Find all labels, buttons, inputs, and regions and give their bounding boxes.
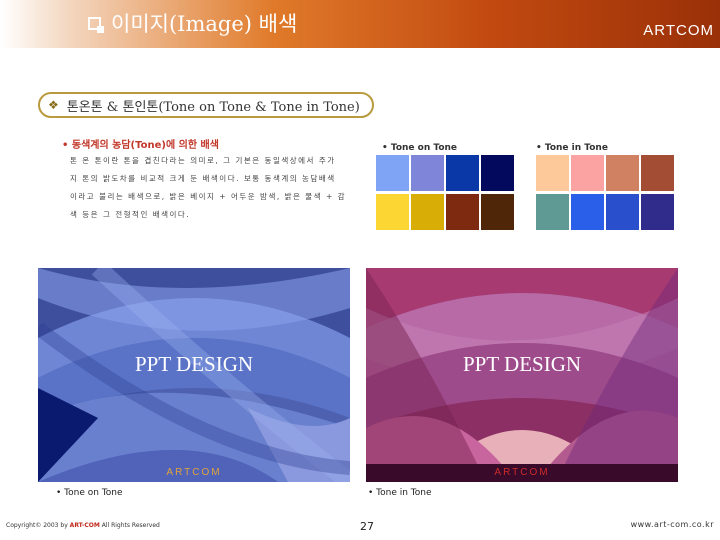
copyright-text: Copyright© 2003 by <box>6 522 70 529</box>
slide-title: 이미지(Image) 배색 <box>88 8 297 38</box>
copyright-brand: ART-COM <box>69 522 100 529</box>
site-url[interactable]: www.art-com.co.kr <box>631 520 714 529</box>
tone-on-tone-swatch <box>376 194 409 230</box>
intro-line: 지 톤의 밝도차를 비교적 크게 둔 배색이다. 보통 동색계의 농담배색 <box>70 174 336 183</box>
tone-in-tone-swatch <box>536 155 569 191</box>
diamond-bullet-icon: ❖ <box>48 98 59 112</box>
header-brand: ARTCOM <box>643 22 714 39</box>
tone-in-tone-swatch <box>606 155 639 191</box>
square-bullet-icon <box>88 16 104 33</box>
tone-in-tone-swatch <box>641 155 674 191</box>
page-number: 27 <box>360 520 374 533</box>
tone-in-tone-swatch <box>606 194 639 230</box>
tone-on-tone-design: PPT DESIGN ARTCOM <box>38 268 350 482</box>
design-title: PPT DESIGN <box>134 352 254 376</box>
intro-subtitle: • 동색계의 농담(Tone)에 의한 배색 <box>62 140 219 151</box>
intro-line: 색 등은 그 전형적인 배색이다. <box>70 210 191 219</box>
tone-on-tone-swatch <box>446 155 479 191</box>
tone-on-tone-swatch <box>446 194 479 230</box>
tone-on-tone-label: • Tone on Tone <box>382 143 458 153</box>
tone-in-tone-swatch <box>641 194 674 230</box>
tone-in-tone-design: PPT DESIGN ARTCOM <box>366 268 678 482</box>
intro-line: 톤 온 톤이란 톤을 겹친다라는 의미로, 그 기본은 동일색상에서 주가 <box>70 156 336 165</box>
tone-in-tone-swatch <box>571 194 604 230</box>
design-title: PPT DESIGN <box>462 352 582 376</box>
tone-in-tone-label: • Tone in Tone <box>536 143 608 153</box>
tone-in-tone-caption: • Tone in Tone <box>368 488 432 498</box>
section-heading: ❖ 톤온톤 & 톤인톤(Tone on Tone & Tone in Tone) <box>38 92 374 118</box>
tone-on-tone-swatch <box>376 155 409 191</box>
tone-in-tone-swatch <box>571 155 604 191</box>
copyright: Copyright© 2003 by ART-COM All Rights Re… <box>6 522 160 529</box>
slide-title-text: 이미지(Image) 배색 <box>111 12 298 36</box>
tone-on-tone-swatch <box>411 194 444 230</box>
title-bar: 이미지(Image) 배색 ARTCOM <box>0 0 720 48</box>
tone-on-tone-swatch <box>481 155 514 191</box>
intro-body: 톤 온 톤이란 톤을 겹친다라는 의미로, 그 기본은 동일색상에서 주가 지 … <box>70 152 352 224</box>
intro-line: 이라고 불리는 배색으로, 밝은 베이지 + 어두운 밤색, 밝은 물색 + 감 <box>70 192 347 201</box>
design-brand: ARTCOM <box>494 467 550 478</box>
section-heading-text: 톤온톤 & 톤인톤(Tone on Tone & Tone in Tone) <box>66 99 360 115</box>
tone-on-tone-caption: • Tone on Tone <box>56 488 123 498</box>
copyright-rights: All Rights Reserved <box>99 522 160 529</box>
design-brand: ARTCOM <box>166 467 222 478</box>
tone-on-tone-swatch <box>411 155 444 191</box>
tone-on-tone-swatch <box>481 194 514 230</box>
tone-in-tone-swatch <box>536 194 569 230</box>
